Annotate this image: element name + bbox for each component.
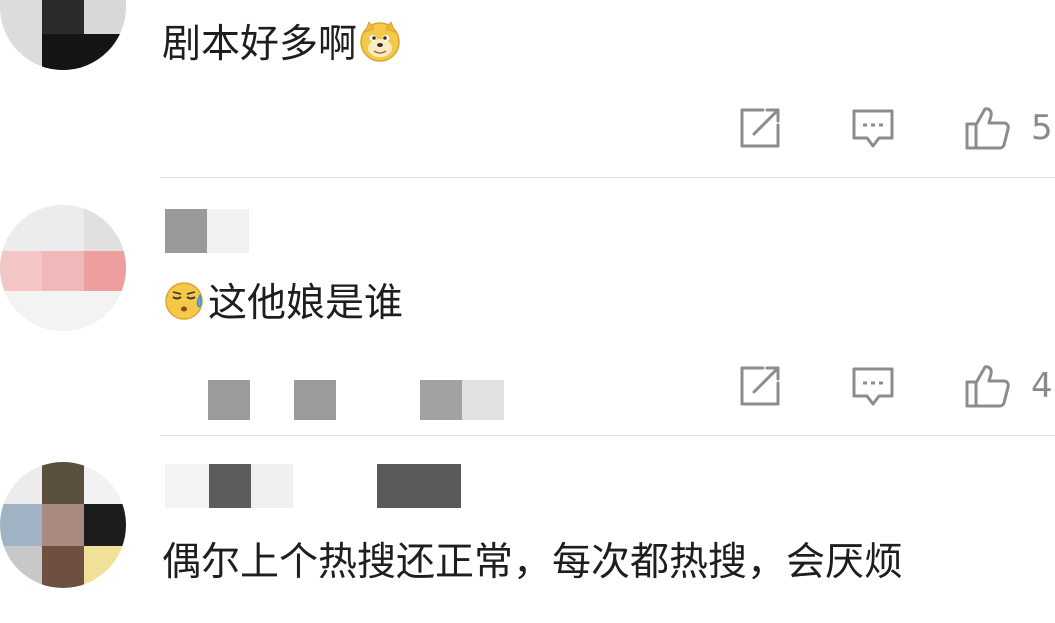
comment-icon xyxy=(850,363,896,409)
avatar[interactable] xyxy=(0,462,126,588)
action-bar: 42 xyxy=(655,356,1055,416)
avatar[interactable] xyxy=(0,205,126,331)
username[interactable] xyxy=(165,209,255,253)
avatar[interactable] xyxy=(0,0,126,70)
comment-body: 剧本好多啊 xyxy=(162,21,358,67)
reply-button[interactable] xyxy=(850,356,896,416)
share-icon xyxy=(737,363,783,409)
comment-body: 偶尔上个热搜还正常，每次都热搜，会厌烦 xyxy=(162,539,904,585)
like-button[interactable]: 56 xyxy=(963,98,1055,158)
comment-text: 偶尔上个热搜还正常，每次都热搜，会厌烦 xyxy=(162,540,903,584)
share-icon xyxy=(737,105,783,151)
comment-text: 这他娘是谁 xyxy=(162,281,403,325)
sweat-emoji-icon xyxy=(164,279,206,328)
comment-feed: 剧本好多啊 5 这他娘是谁 4 偶尔上个热搜还正常，每次都热搜，会厌烦 xyxy=(0,0,1055,623)
reply-button[interactable] xyxy=(850,98,896,158)
action-bar: 56 xyxy=(655,98,1055,158)
like-button[interactable]: 42 xyxy=(963,356,1055,416)
share-button[interactable] xyxy=(737,356,783,416)
doge-emoji-icon xyxy=(359,20,401,69)
comment-item: 这他娘是谁 4 xyxy=(0,178,1055,436)
like-count: 42 xyxy=(1031,366,1055,406)
comment-item: 剧本好多啊 5 xyxy=(0,0,1055,178)
comment-item: 偶尔上个热搜还正常，每次都热搜，会厌烦 xyxy=(0,436,1055,623)
username[interactable] xyxy=(165,464,465,508)
thumbs-up-icon xyxy=(963,362,1011,410)
comment-body: 这他娘是谁 xyxy=(208,280,404,326)
comment-meta xyxy=(160,362,520,424)
comment-text: 剧本好多啊 xyxy=(162,20,403,69)
share-button[interactable] xyxy=(737,98,783,158)
thumbs-up-icon xyxy=(963,104,1011,152)
like-count: 56 xyxy=(1031,108,1055,148)
comment-icon xyxy=(850,105,896,151)
